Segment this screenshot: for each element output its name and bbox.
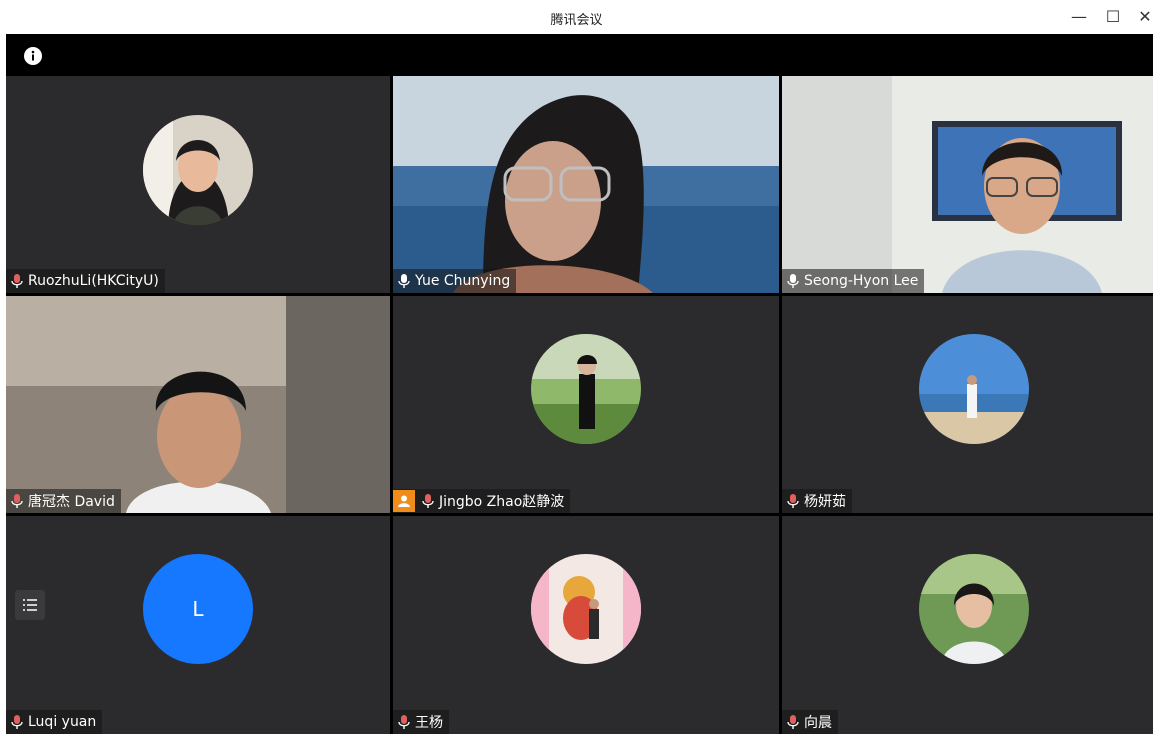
mic-muted-icon <box>398 715 410 729</box>
mic-muted-icon <box>11 715 23 729</box>
participant-avatar <box>919 554 1029 664</box>
participant-name: Jingbo Zhao赵静波 <box>439 494 565 510</box>
participant-video <box>393 76 779 293</box>
participant-tile-7[interactable]: L Luqi yuan <box>6 516 390 734</box>
mic-muted-icon <box>422 494 434 508</box>
participant-avatar <box>143 115 253 225</box>
mic-on-icon <box>398 274 410 288</box>
participant-name: Seong-Hyon Lee <box>804 273 919 289</box>
mic-muted-icon <box>787 494 799 508</box>
participant-tile-5[interactable]: Jingbo Zhao赵静波 <box>393 296 779 513</box>
participant-name: Luqi yuan <box>28 714 97 730</box>
info-icon[interactable] <box>24 47 42 65</box>
mic-muted-icon <box>11 494 23 508</box>
close-button[interactable]: ✕ <box>1132 6 1153 28</box>
window-title: 腾讯会议 <box>550 13 603 28</box>
participant-nameplate: Jingbo Zhao赵静波 <box>393 489 571 513</box>
participant-tile-4[interactable]: 唐冠杰 David <box>6 296 390 513</box>
participant-nameplate: Seong-Hyon Lee <box>782 269 925 293</box>
participant-nameplate: 杨妍茹 <box>782 489 852 513</box>
participant-tile-6[interactable]: 杨妍茹 <box>782 296 1153 513</box>
participant-tile-9[interactable]: 向晨 <box>782 516 1153 734</box>
mic-on-icon <box>787 274 799 288</box>
participant-tile-3[interactable]: Seong-Hyon Lee <box>782 76 1153 293</box>
participant-nameplate: Luqi yuan <box>6 710 103 734</box>
list-icon <box>23 599 37 611</box>
mic-muted-icon <box>11 274 23 288</box>
participant-name: 唐冠杰 David <box>28 494 115 510</box>
participant-name: RuozhuLi(HKCityU) <box>28 273 159 289</box>
host-icon <box>393 490 415 512</box>
maximize-button[interactable]: ☐ <box>1100 6 1126 28</box>
participant-video <box>782 76 1153 293</box>
participant-avatar <box>919 334 1029 444</box>
participant-name: 向晨 <box>804 715 832 731</box>
participant-tile-8[interactable]: 王杨 <box>393 516 779 734</box>
participant-nameplate: 向晨 <box>782 710 838 734</box>
participant-tile-2[interactable]: Yue Chunying <box>393 76 779 293</box>
meeting-stage: RuozhuLi(HKCityU) Yue Chunying Seong-Hyo… <box>6 34 1153 734</box>
participant-name: 杨妍茹 <box>804 494 846 510</box>
meeting-info-bar <box>6 34 1153 76</box>
participant-list-toggle[interactable] <box>15 590 45 620</box>
participant-avatar <box>531 554 641 664</box>
minimize-button[interactable]: — <box>1066 6 1092 28</box>
participant-name: 王杨 <box>415 715 443 731</box>
mic-muted-icon <box>787 715 799 729</box>
participant-tile-1[interactable]: RuozhuLi(HKCityU) <box>6 76 390 293</box>
letter-avatar: L <box>143 554 253 664</box>
participant-nameplate: 唐冠杰 David <box>6 489 121 513</box>
participant-nameplate: Yue Chunying <box>393 269 517 293</box>
participant-nameplate: 王杨 <box>393 710 449 734</box>
participant-avatar <box>531 334 641 444</box>
participant-video <box>6 296 390 513</box>
participant-name: Yue Chunying <box>415 273 511 289</box>
title-bar: 腾讯会议 — ☐ ✕ <box>0 0 1153 34</box>
participant-nameplate: RuozhuLi(HKCityU) <box>6 269 165 293</box>
